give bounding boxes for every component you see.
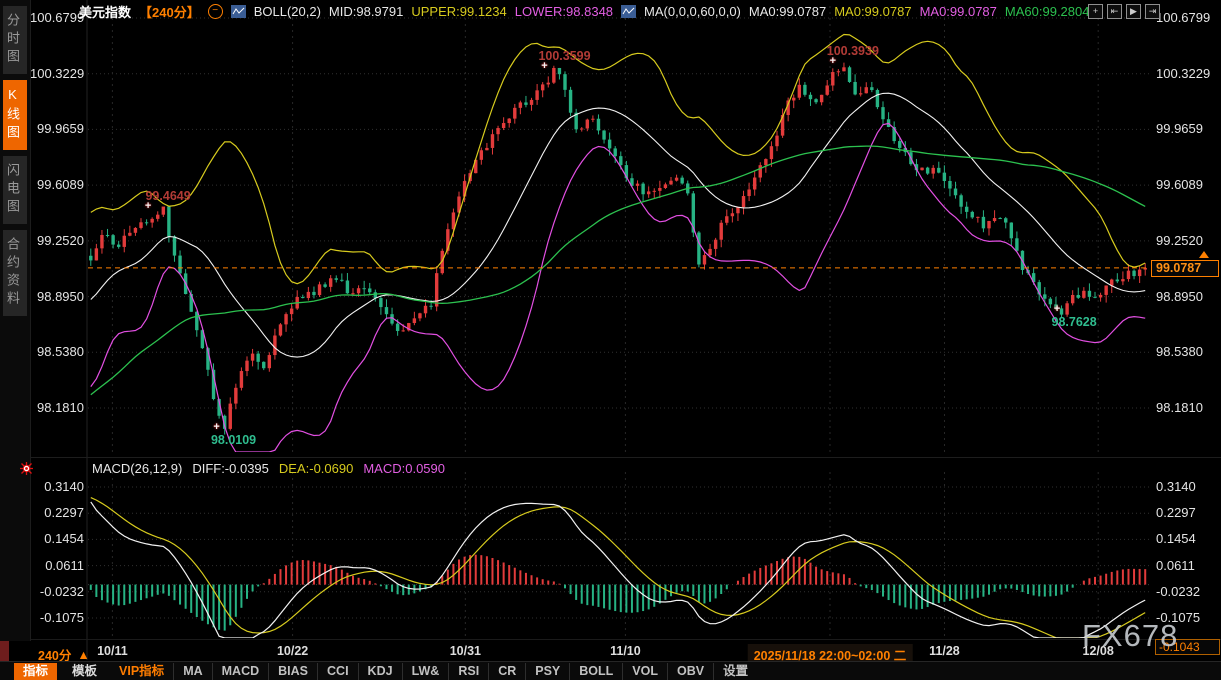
sidebar-item-flash-chart[interactable]: 闪电图 [3,156,27,224]
ma0-value-2: MA0:99.0787 [834,4,911,19]
annotation-cross-icon: + [213,421,219,433]
toolbar-item-indicator[interactable]: 指标 [14,663,57,680]
toolbar-item-boll[interactable]: BOLL [569,663,622,680]
symbol-name: 美元指数 [79,2,131,21]
ma0-value-3: MA0:99.0787 [920,4,997,19]
macd-axis-label-right: 0.2297 [1156,505,1196,521]
y-axis-label-left: 98.5380 [30,344,84,360]
xaxis-divider [30,639,1221,640]
indicator-legend-bar: 美元指数 【240分】 − BOLL(20,2) MID:98.9791 UPP… [79,3,1089,20]
y-axis-label-left: 100.6799 [30,10,84,26]
pan-right-icon[interactable]: ▶ [1126,4,1141,19]
macd-legend: MACD(26,12,9) DIFF:-0.0395 DEA:-0.0690 M… [92,461,445,476]
scale-left-icon[interactable]: ⇤ [1107,4,1122,19]
y-axis-label-right: 98.5380 [1156,344,1203,360]
macd-axis-label-right: 0.0611 [1156,558,1195,574]
y-axis-label-right: 100.3229 [1156,66,1210,82]
y-axis-label-right: 99.6089 [1156,177,1203,193]
macd-macd-value: MACD:0.0590 [363,461,445,476]
price-marker-triangle-icon [1199,251,1209,258]
y-axis-label-left: 99.6089 [30,177,84,193]
price-annotation: 98.7628 [1052,315,1097,329]
toolbar-item-cr[interactable]: CR [488,663,525,680]
toolbar-item-ma[interactable]: MA [173,663,211,680]
x-axis-date: 11/10 [610,644,641,658]
macd-axis-label-left: -0.0232 [30,584,84,600]
y-axis-label-right: 99.2520 [1156,233,1203,249]
price-annotation: 99.4649 [145,189,190,203]
x-axis-date: 10/31 [450,644,481,658]
macd-axis-label-left: 0.1454 [30,531,84,547]
toolbar-item-template[interactable]: 模板 [63,663,106,680]
boll-upper-value: UPPER:99.1234 [411,4,506,19]
ma-indicator-icon[interactable] [621,5,636,18]
macd-axis-label-left: 0.0611 [30,558,84,574]
toolbar-item-rsi[interactable]: RSI [448,663,488,680]
x-axis-date: 10/11 [97,644,128,658]
price-annotation: 98.0109 [211,433,256,447]
macd-dea-value: DEA:-0.0690 [279,461,353,476]
sidebar: 分时图 K线图闪电图合约资料 [0,0,31,641]
y-axis-label-right: 100.6799 [1156,10,1210,26]
boll-lower-value: LOWER:98.8348 [515,4,613,19]
toolbar-item-kdj[interactable]: KDJ [358,663,402,680]
period-up-icon: ▲ [77,648,89,662]
macd-axis-label-left: -0.1075 [30,610,84,626]
candlestick-chart-canvas[interactable] [0,0,1221,679]
ma-label: MA(0,0,0,60,0,0) [644,4,741,19]
annotation-cross-icon: + [541,60,547,72]
period-label: 【240分】 [139,2,200,21]
chart-tool-icons: + ⇤ ▶ ⇥ [1088,4,1160,19]
bottom-toolbar: 指标模板VIP指标MAMACDBIASCCIKDJLW&RSICRPSYBOLL… [0,661,1221,680]
indicator-settings-icon[interactable] [20,462,33,475]
toolbar-item-lwr[interactable]: LW& [402,663,449,680]
macd-axis-label-right: -0.0232 [1156,584,1200,600]
toolbar-item-vol[interactable]: VOL [622,663,667,680]
x-axis-date: 11/28 [929,644,960,658]
chart-app: 美元指数 【240分】 − BOLL(20,2) MID:98.9791 UPP… [0,0,1221,679]
toolbar-item-obv[interactable]: OBV [667,663,713,680]
toolbar-item-macd[interactable]: MACD [212,663,269,680]
macd-diff-value: DIFF:-0.0395 [192,461,269,476]
macd-axis-label-left: 0.3140 [30,479,84,495]
sidebar-item-time-share-chart[interactable]: 分时图 [3,6,27,74]
toolbar-item-cci[interactable]: CCI [317,663,358,680]
y-axis-label-left: 98.1810 [30,400,84,416]
y-axis-label-right: 98.8950 [1156,289,1203,305]
watermark: FX678 [1082,618,1178,654]
y-axis-label-left: 99.9659 [30,121,84,137]
toolbar-item-settings[interactable]: 设置 [713,663,757,680]
annotation-cross-icon: + [830,55,836,67]
sidebar-item-contract-info[interactable]: 合约资料 [3,230,27,316]
y-axis-label-left: 98.8950 [30,289,84,305]
current-price-box: 99.0787 [1151,260,1219,277]
y-axis-label-right: 99.9659 [1156,121,1203,137]
y-axis-label-right: 98.1810 [1156,400,1203,416]
macd-axis-label-right: 0.1454 [1156,531,1196,547]
scale-right-icon[interactable]: ⇥ [1145,4,1160,19]
toolbar-item-bias[interactable]: BIAS [268,663,317,680]
crosshair-icon[interactable]: + [1088,4,1103,19]
y-axis-label-left: 99.2520 [30,233,84,249]
toolbar-item-vip-indicator[interactable]: VIP指标 [110,663,173,680]
macd-axis-label-left: 0.2297 [30,505,84,521]
collapse-icon[interactable]: − [208,4,223,19]
boll-label: BOLL(20,2) [254,4,321,19]
macd-axis-label-right: 0.3140 [1156,479,1196,495]
boll-indicator-icon[interactable] [231,5,246,18]
macd-label: MACD(26,12,9) [92,461,182,476]
annotation-cross-icon: + [1054,303,1060,315]
x-axis-date: 10/22 [277,644,308,658]
y-axis-label-left: 100.3229 [30,66,84,82]
panel-divider [30,457,1221,458]
ma0-value-1: MA0:99.0787 [749,4,826,19]
boll-mid-value: MID:98.9791 [329,4,403,19]
ma60-value: MA60:99.2804 [1005,4,1090,19]
toolbar-item-psy[interactable]: PSY [525,663,569,680]
sidebar-item-kline-chart[interactable]: K线图 [3,80,27,150]
annotation-cross-icon: + [145,200,151,212]
